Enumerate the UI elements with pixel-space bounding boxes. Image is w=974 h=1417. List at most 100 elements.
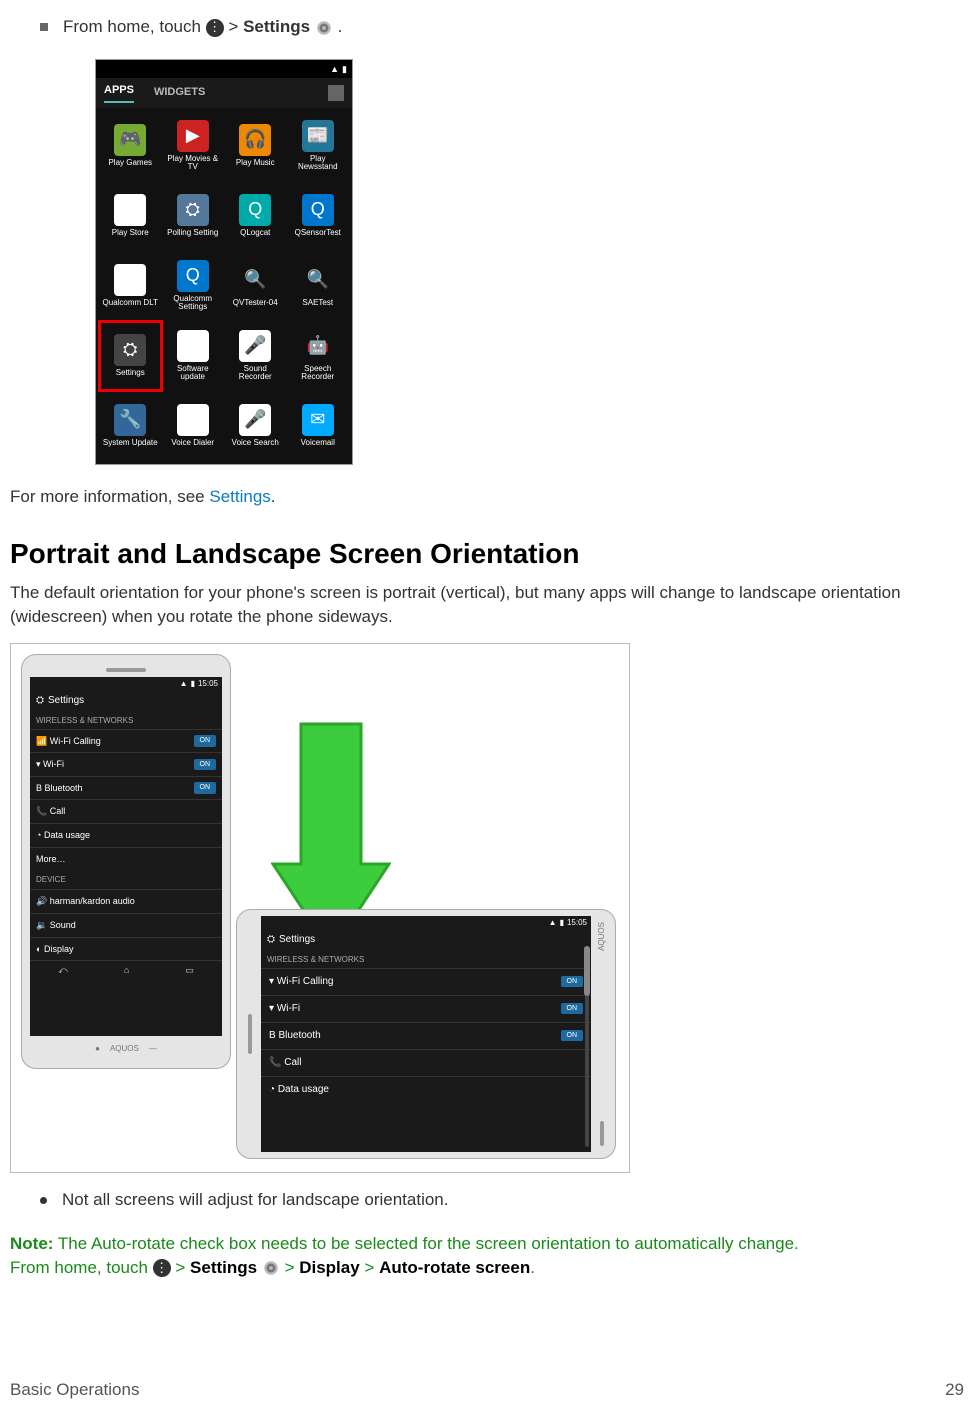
back-icon: ⤺ — [58, 964, 68, 977]
apps-drawer-icon: ⋮⋮⋮ — [206, 19, 224, 37]
app-label: Play Store — [112, 229, 149, 238]
intro-line: From home, touch ⋮⋮⋮ > Settings . — [63, 15, 964, 39]
toggle-on: ON — [194, 735, 217, 747]
app-label: Qualcomm DLT — [103, 299, 158, 308]
app-label: System Update — [103, 439, 158, 448]
app-icon: ✉ — [302, 404, 334, 436]
app-icon: ▶ — [114, 194, 146, 226]
row-label: Wi-Fi — [277, 1003, 300, 1014]
row-icon: 📶 — [36, 736, 47, 746]
row-icon: B — [269, 1030, 276, 1041]
p-statusbar: ▲▮15:05 — [30, 677, 222, 689]
moreinfo-pre: For more information, see — [10, 487, 209, 506]
row-label: Wi-Fi Calling — [50, 736, 101, 746]
app-icon: ⛭ — [177, 330, 209, 362]
app-label: Software update — [165, 365, 222, 383]
row-label: Wi-Fi — [43, 759, 64, 769]
dot-icon: ● — [95, 1043, 100, 1054]
note-text1: The Auto-rotate check box needs to be se… — [53, 1234, 798, 1253]
app-label: Play Movies & TV — [165, 155, 222, 173]
market-icon — [328, 85, 344, 101]
p-batt-icon: ▮ — [191, 678, 195, 689]
row-icon: 📞 — [36, 806, 47, 816]
row-icon: ◔ — [36, 830, 41, 840]
brand-label: AQUOS — [110, 1043, 139, 1054]
p-time: 15:05 — [198, 678, 218, 689]
note-bullet-row: Not all screens will adjust for landscap… — [40, 1188, 964, 1212]
round-bullet-icon — [40, 1197, 47, 1204]
app-label: Polling Setting — [167, 229, 218, 238]
intro-bullet-row: From home, touch ⋮⋮⋮ > Settings . — [40, 15, 964, 39]
row-icon: ◔ — [269, 1084, 275, 1095]
app-cell: 🔍QVTester-04 — [225, 252, 286, 320]
app-cell: 🎤 Voice Search — [225, 392, 286, 460]
page-footer: Basic Operations 29 — [10, 1378, 964, 1402]
app-cell: ▶Play Movies & TV — [163, 112, 224, 180]
gear-icon: ⛭ — [267, 933, 275, 947]
row-label: Data usage — [44, 830, 90, 840]
side-button-icon — [600, 1121, 604, 1146]
app-label: Voicemail — [301, 439, 335, 448]
app-cell: 🎮Play Games — [100, 112, 161, 180]
app-icon: 🎤 — [239, 404, 271, 436]
app-icon: ⛭ — [177, 194, 209, 226]
note-gt1: > — [171, 1258, 190, 1277]
l-signal-icon: ▲ — [549, 917, 557, 928]
app-label: Play Music — [236, 159, 275, 168]
settings-row: ◐ Display — [30, 937, 222, 961]
gear-icon: ⛭ — [36, 694, 44, 708]
bullet2-text: Not all screens will adjust for landscap… — [62, 1188, 964, 1212]
tab-apps: APPS — [104, 83, 134, 103]
p-rows: 📶 Wi-Fi CallingON▾ Wi-FiONB BluetoothON📞… — [30, 729, 222, 871]
settings-row: 🔊 harman/kardon audio — [30, 889, 222, 913]
l-time: 15:05 — [567, 917, 587, 928]
app-cell: ⛭ Polling Setting — [163, 182, 224, 250]
app-grid: 🎮Play Games▶Play Movies & TV🎧Play Music📰… — [96, 108, 352, 464]
settings-gear-icon — [262, 1259, 280, 1277]
row-label: More… — [36, 854, 66, 864]
row-label: Bluetooth — [45, 783, 83, 793]
section-heading: Portrait and Landscape Screen Orientatio… — [10, 534, 964, 573]
p-navbar: ⤺ ⌂ ▭ — [30, 960, 222, 980]
settings-row: 🔉 Sound — [30, 913, 222, 937]
portrait-screen: ▲▮15:05 ⛭Settings WIRELESS & NETWORKS 📶 … — [30, 677, 222, 1036]
app-label: Play Games — [108, 159, 152, 168]
app-cell: ⛭ Software update — [163, 322, 224, 390]
l-title: Settings — [279, 933, 315, 947]
note-period: . — [530, 1258, 535, 1277]
l-statusbar: ▲▮15:05 — [261, 916, 591, 928]
apps-drawer-icon: ⋮⋮⋮ — [153, 1259, 171, 1277]
p-title: Settings — [48, 694, 84, 708]
row-icon: B — [36, 783, 42, 793]
note-gt2: > — [280, 1258, 299, 1277]
orientation-figure: ▲▮15:05 ⛭Settings WIRELESS & NETWORKS 📶 … — [10, 643, 630, 1173]
toggle-on: ON — [194, 782, 217, 794]
row-label: Call — [284, 1057, 301, 1068]
home-icon: ⌂ — [124, 964, 129, 977]
settings-row: ◔ Data usage — [30, 823, 222, 847]
note-display: Display — [299, 1258, 359, 1277]
app-cell: ⛭Settings — [100, 322, 161, 390]
app-label: Voice Search — [232, 439, 279, 448]
app-icon: Q — [239, 194, 271, 226]
row-label: harman/kardon audio — [50, 896, 135, 906]
app-cell: QQualcomm Settings — [163, 252, 224, 320]
settings-row: ▾ Wi-Fi CallingON — [261, 968, 591, 995]
toggle-on: ON — [561, 976, 584, 988]
signal-icon: ▲ — [330, 63, 339, 76]
apps-grid-screenshot: ▲ ▮ APPS WIDGETS 🎮Play Games▶Play Movies… — [95, 59, 353, 465]
app-icon: 📰 — [302, 120, 334, 152]
settings-row: 📶 Wi-Fi Calling ON — [30, 729, 222, 753]
row-icon: ◐ — [36, 944, 41, 954]
scrollbar-thumb — [584, 946, 590, 996]
settings-link[interactable]: Settings — [209, 487, 270, 506]
landscape-screen: ▲▮15:05 ⛭ Settings WIRELESS & NETWORKS ▾ … — [261, 916, 591, 1152]
landscape-phone: ▲▮15:05 ⛭ Settings WIRELESS & NETWORKS ▾ … — [236, 909, 616, 1159]
note-paragraph: Note: The Auto-rotate check box needs to… — [10, 1232, 964, 1280]
app-label: Speech Recorder — [290, 365, 347, 383]
footer-left: Basic Operations — [10, 1378, 139, 1402]
p-title-row: ⛭ Settings — [30, 689, 222, 713]
l-header: WIRELESS & NETWORKS — [261, 952, 591, 967]
square-bullet-icon — [40, 23, 48, 31]
p-bottom: ● AQUOS — — [30, 1036, 222, 1060]
